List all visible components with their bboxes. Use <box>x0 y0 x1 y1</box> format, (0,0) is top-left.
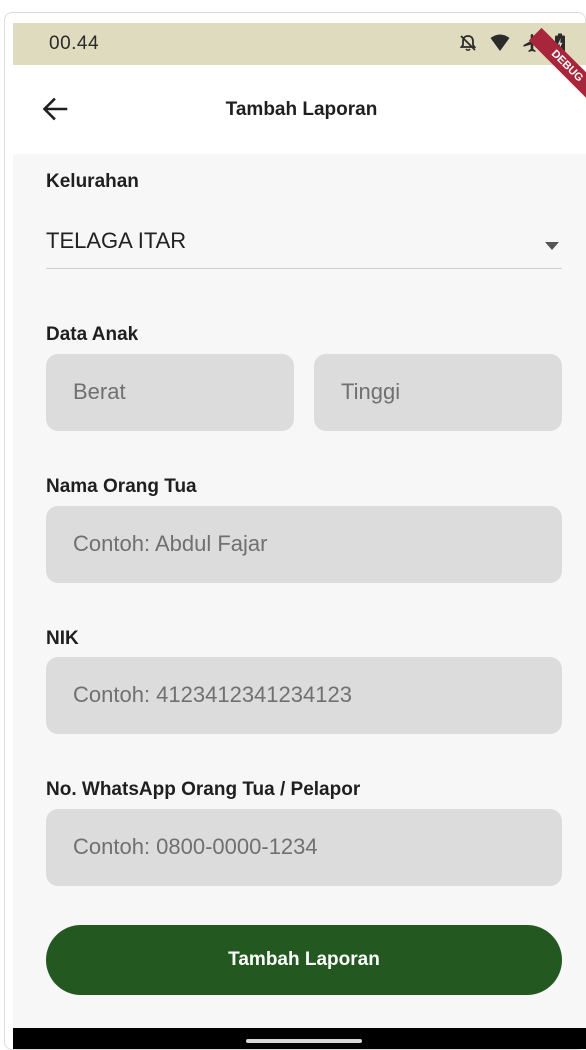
data-anak-label: Data Anak <box>46 324 139 345</box>
status-time: 00.44 <box>49 33 100 54</box>
app-bar: Tambah Laporan DEBUG <box>13 27 586 154</box>
wifi-icon <box>490 34 510 52</box>
home-indicator[interactable] <box>246 1039 362 1043</box>
submit-report-button[interactable]: Tambah Laporan <box>46 925 562 995</box>
nik-placeholder: Contoh: 4123412341234123 <box>73 682 352 707</box>
nama-orang-tua-placeholder: Contoh: Abdul Fajar <box>73 531 268 556</box>
phone-screen: 00.44 Tambah Laporan DEBUG Kelurahan TEL… <box>13 23 586 1049</box>
kelurahan-dropdown[interactable]: TELAGA ITAR <box>46 220 562 269</box>
whatsapp-placeholder: Contoh: 0800-0000-1234 <box>73 834 318 859</box>
page-title: Tambah Laporan <box>225 99 378 120</box>
kelurahan-label: Kelurahan <box>46 171 139 192</box>
nama-orang-tua-label: Nama Orang Tua <box>46 476 197 497</box>
nik-input[interactable]: Contoh: 4123412341234123 <box>46 657 562 734</box>
kelurahan-selected-value: TELAGA ITAR <box>46 228 187 253</box>
tinggi-placeholder: Tinggi <box>341 379 401 404</box>
status-bar: 00.44 <box>13 23 586 65</box>
dropdown-arrow-icon <box>545 237 559 255</box>
nama-orang-tua-input[interactable]: Contoh: Abdul Fajar <box>46 506 562 583</box>
tinggi-input[interactable]: Tinggi <box>314 354 562 431</box>
whatsapp-input[interactable]: Contoh: 0800-0000-1234 <box>46 809 562 886</box>
whatsapp-label: No. WhatsApp Orang Tua / Pelapor <box>46 779 361 800</box>
system-nav-bar <box>13 1028 586 1049</box>
nik-label: NIK <box>46 628 79 649</box>
alarm-off-icon <box>458 33 478 53</box>
berat-placeholder: Berat <box>73 379 126 404</box>
berat-input[interactable]: Berat <box>46 354 294 431</box>
